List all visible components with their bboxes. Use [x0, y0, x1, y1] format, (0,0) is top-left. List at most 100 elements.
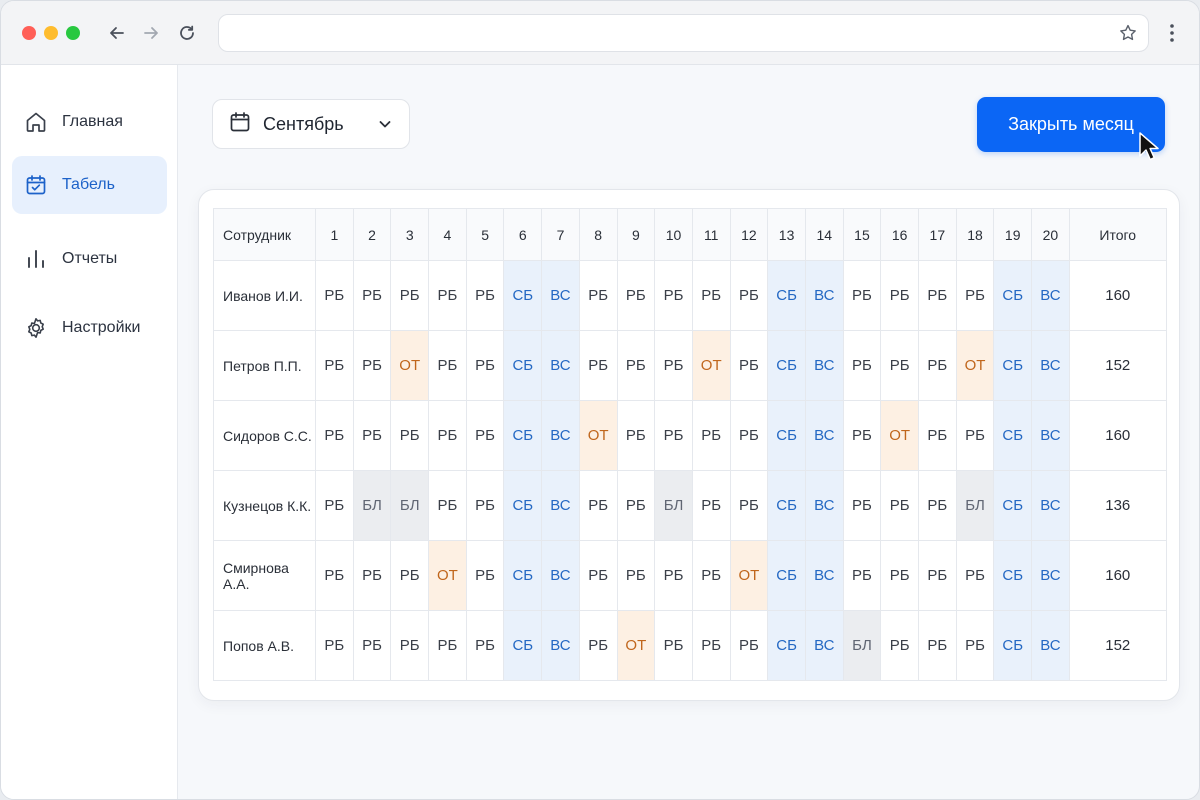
day-cell[interactable]: ВС	[1031, 610, 1070, 681]
day-cell[interactable]: РБ	[918, 470, 957, 541]
day-cell[interactable]: РБ	[428, 330, 467, 401]
day-cell[interactable]: СБ	[993, 330, 1033, 401]
day-cell[interactable]: РБ	[390, 540, 430, 611]
day-cell[interactable]: РБ	[315, 540, 354, 611]
day-cell[interactable]: БЛ	[390, 470, 430, 541]
close-month-button[interactable]: Закрыть месяц	[977, 97, 1165, 152]
sidebar-item-reports[interactable]: Отчеты	[12, 230, 167, 288]
day-cell[interactable]: РБ	[616, 260, 656, 331]
day-cell[interactable]: ВС	[1031, 260, 1070, 331]
day-cell[interactable]: БЛ	[654, 470, 693, 541]
day-cell[interactable]: РБ	[428, 470, 467, 541]
day-cell[interactable]: РБ	[729, 610, 769, 681]
maximize-window-button[interactable]	[66, 26, 80, 40]
day-cell[interactable]: РБ	[691, 260, 731, 331]
day-cell[interactable]: РБ	[352, 610, 392, 681]
day-cell[interactable]: РБ	[465, 540, 505, 611]
day-cell[interactable]: РБ	[918, 610, 957, 681]
day-cell[interactable]: РБ	[428, 260, 467, 331]
day-cell[interactable]: ВС	[541, 540, 580, 611]
day-cell[interactable]: РБ	[955, 540, 995, 611]
day-cell[interactable]: РБ	[654, 330, 693, 401]
day-cell[interactable]: РБ	[428, 400, 467, 471]
day-cell[interactable]: РБ	[654, 260, 693, 331]
day-cell[interactable]: РБ	[691, 610, 731, 681]
day-cell[interactable]: ОТ	[616, 610, 656, 681]
day-cell[interactable]: СБ	[993, 540, 1033, 611]
day-cell[interactable]: РБ	[880, 470, 919, 541]
day-cell[interactable]: РБ	[352, 540, 392, 611]
day-cell[interactable]: ВС	[541, 470, 580, 541]
day-cell[interactable]: РБ	[880, 260, 919, 331]
day-cell[interactable]: ВС	[804, 610, 844, 681]
day-cell[interactable]: РБ	[918, 400, 957, 471]
sidebar-item-settings[interactable]: Настройки	[12, 299, 167, 357]
day-cell[interactable]: РБ	[616, 330, 656, 401]
day-cell[interactable]: РБ	[578, 330, 618, 401]
day-cell[interactable]: ОТ	[880, 400, 919, 471]
day-cell[interactable]: БЛ	[955, 470, 995, 541]
day-cell[interactable]: РБ	[842, 540, 882, 611]
day-cell[interactable]: СБ	[503, 260, 543, 331]
day-cell[interactable]: РБ	[729, 260, 769, 331]
day-cell[interactable]: СБ	[993, 260, 1033, 331]
day-cell[interactable]: РБ	[315, 610, 354, 681]
day-cell[interactable]: РБ	[315, 330, 354, 401]
day-cell[interactable]: СБ	[993, 610, 1033, 681]
day-cell[interactable]: РБ	[578, 470, 618, 541]
day-cell[interactable]: ВС	[804, 540, 844, 611]
day-cell[interactable]: ВС	[541, 610, 580, 681]
day-cell[interactable]: РБ	[352, 330, 392, 401]
day-cell[interactable]: ВС	[804, 400, 844, 471]
month-select[interactable]: Сентябрь	[212, 99, 410, 149]
day-cell[interactable]: РБ	[390, 400, 430, 471]
day-cell[interactable]: РБ	[465, 330, 505, 401]
day-cell[interactable]: РБ	[918, 540, 957, 611]
day-cell[interactable]: ВС	[1031, 400, 1070, 471]
day-cell[interactable]: СБ	[503, 610, 543, 681]
day-cell[interactable]: РБ	[578, 540, 618, 611]
day-cell[interactable]: СБ	[767, 400, 806, 471]
day-cell[interactable]: ВС	[1031, 330, 1070, 401]
day-cell[interactable]: РБ	[918, 330, 957, 401]
url-input[interactable]	[219, 15, 1099, 51]
day-cell[interactable]: РБ	[654, 610, 693, 681]
day-cell[interactable]: СБ	[993, 470, 1033, 541]
star-icon[interactable]	[1118, 23, 1138, 43]
day-cell[interactable]: РБ	[691, 470, 731, 541]
day-cell[interactable]: РБ	[352, 400, 392, 471]
day-cell[interactable]: РБ	[578, 610, 618, 681]
day-cell[interactable]: ВС	[1031, 540, 1070, 611]
day-cell[interactable]: РБ	[616, 400, 656, 471]
day-cell[interactable]: ОТ	[390, 330, 430, 401]
day-cell[interactable]: РБ	[842, 400, 882, 471]
day-cell[interactable]: РБ	[315, 470, 354, 541]
day-cell[interactable]: СБ	[767, 260, 806, 331]
day-cell[interactable]: БЛ	[842, 610, 882, 681]
day-cell[interactable]: РБ	[654, 540, 693, 611]
day-cell[interactable]: РБ	[842, 260, 882, 331]
day-cell[interactable]: СБ	[767, 330, 806, 401]
day-cell[interactable]: РБ	[465, 260, 505, 331]
day-cell[interactable]: СБ	[767, 610, 806, 681]
day-cell[interactable]: РБ	[390, 260, 430, 331]
day-cell[interactable]: СБ	[503, 540, 543, 611]
day-cell[interactable]: РБ	[654, 400, 693, 471]
reload-button[interactable]	[175, 21, 199, 45]
day-cell[interactable]: РБ	[315, 400, 354, 471]
close-window-button[interactable]	[22, 26, 36, 40]
forward-button[interactable]	[139, 21, 163, 45]
day-cell[interactable]: РБ	[880, 540, 919, 611]
day-cell[interactable]: РБ	[729, 400, 769, 471]
day-cell[interactable]: РБ	[390, 610, 430, 681]
day-cell[interactable]: РБ	[315, 260, 354, 331]
day-cell[interactable]: СБ	[503, 400, 543, 471]
day-cell[interactable]: ВС	[1031, 470, 1070, 541]
day-cell[interactable]: РБ	[691, 400, 731, 471]
sidebar-item-timesheet[interactable]: Табель	[12, 156, 167, 214]
day-cell[interactable]: ОТ	[729, 540, 769, 611]
day-cell[interactable]: ВС	[804, 260, 844, 331]
day-cell[interactable]: РБ	[691, 540, 731, 611]
day-cell[interactable]: РБ	[955, 400, 995, 471]
day-cell[interactable]: РБ	[616, 540, 656, 611]
